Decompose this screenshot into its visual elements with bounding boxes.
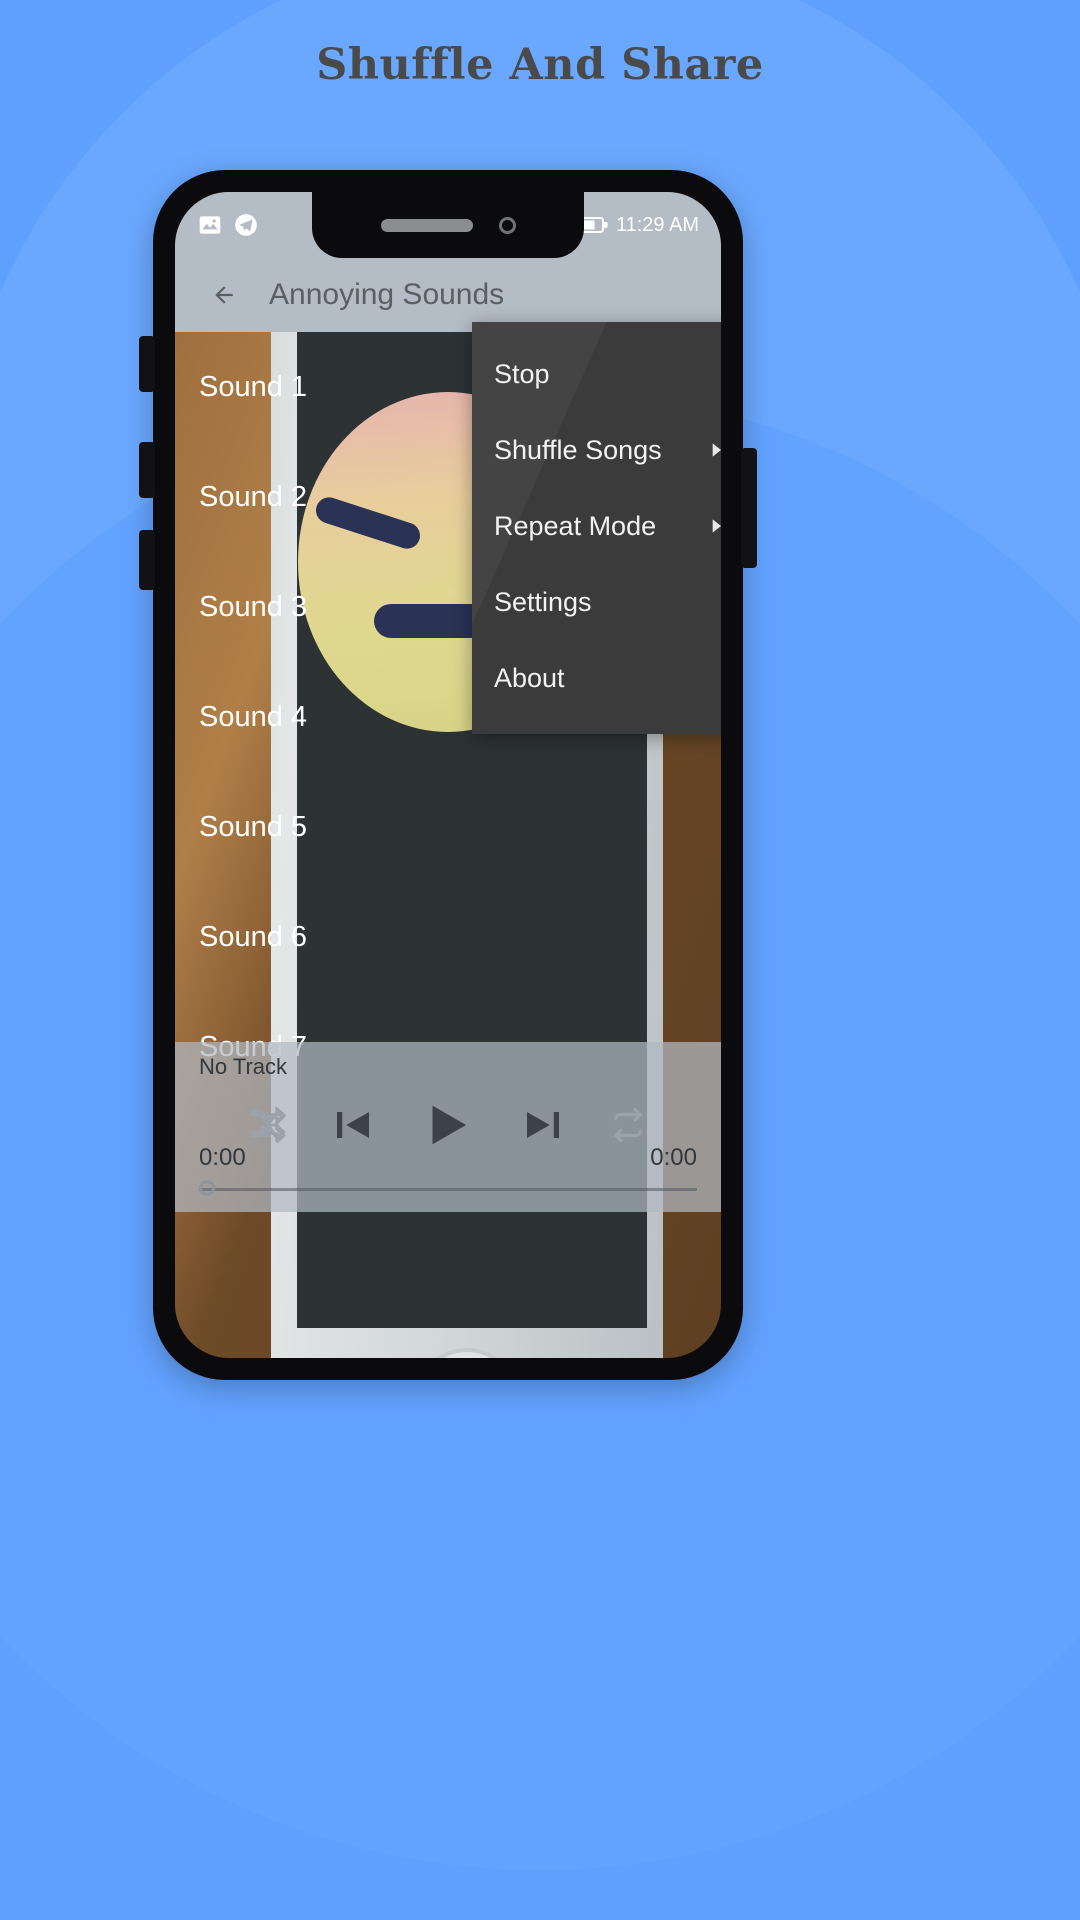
menu-item-repeat-mode[interactable]: Repeat Mode bbox=[472, 488, 721, 564]
submenu-arrow-icon bbox=[706, 440, 721, 460]
seek-bar-thumb[interactable] bbox=[199, 1180, 215, 1196]
volume-down-button[interactable] bbox=[139, 442, 155, 498]
earpiece-speaker bbox=[380, 218, 473, 232]
menu-item-label: Settings bbox=[494, 586, 592, 617]
gallery-icon bbox=[199, 216, 221, 234]
power-button[interactable] bbox=[741, 448, 757, 568]
transport-controls bbox=[175, 1094, 721, 1156]
phone-mockup: Sound 1 Sound 2 Sound 3 Sound 4 Sound 5 … bbox=[139, 170, 757, 1380]
app-bar-title: Annoying Sounds bbox=[269, 278, 505, 311]
list-item-label: Sound 3 bbox=[199, 590, 308, 623]
previous-button[interactable] bbox=[329, 1101, 377, 1149]
status-bar-clock: 11:29 AM bbox=[615, 213, 699, 236]
play-icon bbox=[432, 1105, 467, 1145]
telegram-icon bbox=[235, 214, 257, 236]
play-button[interactable] bbox=[417, 1094, 479, 1156]
repeat-button[interactable] bbox=[607, 1104, 649, 1146]
page-title: Shuffle And Share bbox=[316, 40, 764, 90]
phone-screen: Sound 1 Sound 2 Sound 3 Sound 4 Sound 5 … bbox=[175, 192, 721, 1358]
back-button[interactable] bbox=[201, 272, 247, 318]
menu-item-label: Stop bbox=[494, 358, 550, 389]
phone-notch bbox=[312, 192, 584, 258]
shuffle-button[interactable] bbox=[247, 1104, 289, 1146]
list-item[interactable]: Sound 6 bbox=[175, 882, 721, 992]
app-bar: Annoying Sounds bbox=[175, 258, 721, 332]
menu-item-label: Shuffle Songs bbox=[494, 434, 662, 465]
list-item[interactable]: Sound 5 bbox=[175, 772, 721, 882]
previous-icon bbox=[337, 1112, 369, 1138]
repeat-icon bbox=[614, 1107, 642, 1143]
submenu-arrow-icon bbox=[706, 516, 721, 536]
menu-item-stop[interactable]: Stop bbox=[472, 336, 721, 412]
mute-switch[interactable] bbox=[139, 530, 155, 590]
shuffle-icon bbox=[250, 1105, 286, 1143]
list-item-label: Sound 5 bbox=[199, 810, 308, 843]
menu-item-settings[interactable]: Settings bbox=[472, 564, 721, 640]
menu-item-label: About bbox=[494, 662, 565, 693]
menu-item-label: Repeat Mode bbox=[494, 510, 657, 541]
arrow-left-icon bbox=[215, 286, 233, 304]
volume-up-button[interactable] bbox=[139, 336, 155, 392]
list-item-label: Sound 4 bbox=[199, 700, 308, 733]
next-icon bbox=[527, 1112, 559, 1138]
list-item-label: Sound 6 bbox=[199, 920, 308, 953]
status-bar-notification-icons bbox=[197, 212, 259, 238]
overflow-menu[interactable]: Stop Shuffle Songs Repeat Mode Settings … bbox=[472, 322, 721, 734]
menu-item-shuffle-songs[interactable]: Shuffle Songs bbox=[472, 412, 721, 488]
now-playing-title: No Track bbox=[199, 1054, 288, 1079]
menu-item-about[interactable]: About bbox=[472, 640, 721, 716]
front-camera-icon bbox=[498, 216, 516, 234]
seek-bar[interactable] bbox=[199, 1180, 697, 1198]
list-item-label: Sound 1 bbox=[199, 370, 308, 403]
next-button[interactable] bbox=[519, 1101, 567, 1149]
player-bar: No Track 0:00 0:00 bbox=[175, 1042, 721, 1212]
list-item-label: Sound 2 bbox=[199, 480, 308, 513]
seek-bar-track bbox=[199, 1188, 697, 1191]
